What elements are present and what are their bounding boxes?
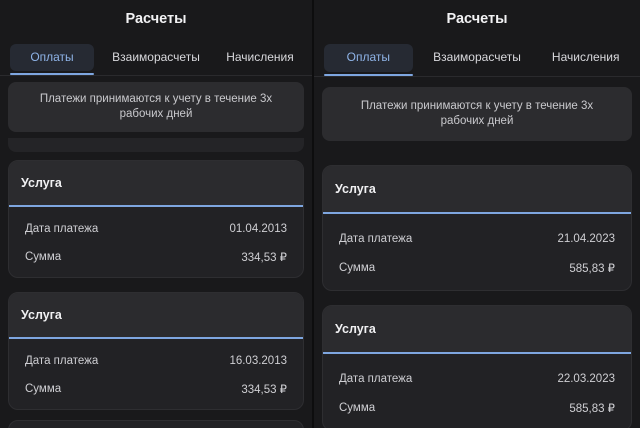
date-value: 21.04.2023 (557, 232, 615, 245)
sum-label: Сумма (25, 383, 62, 395)
tab-charges[interactable]: Начисления (208, 38, 312, 75)
sum-value: 585,83 ₽ (569, 402, 615, 415)
card-partial (8, 138, 304, 152)
sum-row: Сумма 334,53 ₽ (9, 375, 303, 403)
notice-banner: Платежи принимаются к учету в течение 3х… (322, 87, 632, 141)
tab-label: Оплаты (346, 50, 391, 64)
date-row: Дата платежа 21.04.2023 (323, 224, 631, 253)
tab-payments[interactable]: Оплаты (0, 38, 104, 75)
date-label: Дата платежа (25, 355, 99, 367)
notice-banner: Платежи принимаются к учету в течение 3х… (8, 82, 304, 132)
sum-row: Сумма 334,53 ₽ (9, 243, 303, 271)
card-title: Услуга (9, 293, 303, 339)
date-label: Дата платежа (339, 232, 413, 245)
payment-card[interactable]: Услуга Дата платежа 01.04.2013 Сумма 334… (8, 160, 304, 278)
card-title: Услуга (9, 161, 303, 207)
tab-underline (324, 74, 413, 76)
date-row: Дата платежа 01.04.2013 (9, 215, 303, 243)
date-value: 01.04.2013 (229, 223, 287, 235)
tab-label: Взаиморасчеты (433, 50, 521, 64)
sum-label: Сумма (25, 251, 62, 263)
tab-settlements[interactable]: Взаиморасчеты (104, 38, 208, 75)
tab-label: Взаиморасчеты (112, 49, 200, 64)
tab-payments[interactable]: Оплаты (314, 38, 423, 76)
card-title: Услуга (323, 306, 631, 354)
tab-label: Оплаты (30, 49, 74, 64)
sum-label: Сумма (339, 401, 376, 414)
payment-card[interactable]: Услуга Дата платежа 21.04.2023 Сумма 585… (322, 165, 632, 291)
card-title: Услуга (323, 166, 631, 214)
tab-label: Начисления (226, 49, 294, 64)
tab-bar: Оплаты Взаиморасчеты Начисления (0, 38, 312, 76)
tab-bar: Оплаты Взаиморасчеты Начисления (314, 38, 640, 77)
tab-charges[interactable]: Начисления (531, 38, 640, 76)
sum-row: Сумма 585,83 ₽ (323, 253, 631, 282)
sum-row: Сумма 585,83 ₽ (323, 393, 631, 422)
page-title: Расчеты (446, 11, 508, 27)
left-screen: Расчеты Оплаты Взаиморасчеты Начисления … (0, 0, 312, 428)
date-row: Дата платежа 22.03.2023 (323, 364, 631, 393)
tab-label: Начисления (551, 50, 620, 64)
right-screen: Расчеты Оплаты Взаиморасчеты Начисления … (314, 0, 640, 428)
tab-settlements[interactable]: Взаиморасчеты (423, 38, 532, 76)
payment-card-partial (8, 420, 304, 428)
sum-value: 334,53 ₽ (241, 252, 287, 264)
date-value: 22.03.2023 (557, 372, 615, 385)
date-row: Дата платежа 16.03.2013 (9, 347, 303, 375)
tab-underline (10, 73, 94, 75)
page-title: Расчеты (125, 11, 187, 27)
date-value: 16.03.2013 (229, 355, 287, 367)
sum-value: 334,53 ₽ (241, 384, 287, 396)
date-label: Дата платежа (339, 372, 413, 385)
sum-value: 585,83 ₽ (569, 262, 615, 275)
sum-label: Сумма (339, 261, 376, 274)
date-label: Дата платежа (25, 223, 99, 235)
payment-card[interactable]: Услуга Дата платежа 22.03.2023 Сумма 585… (322, 305, 632, 428)
payment-card[interactable]: Услуга Дата платежа 16.03.2013 Сумма 334… (8, 292, 304, 410)
